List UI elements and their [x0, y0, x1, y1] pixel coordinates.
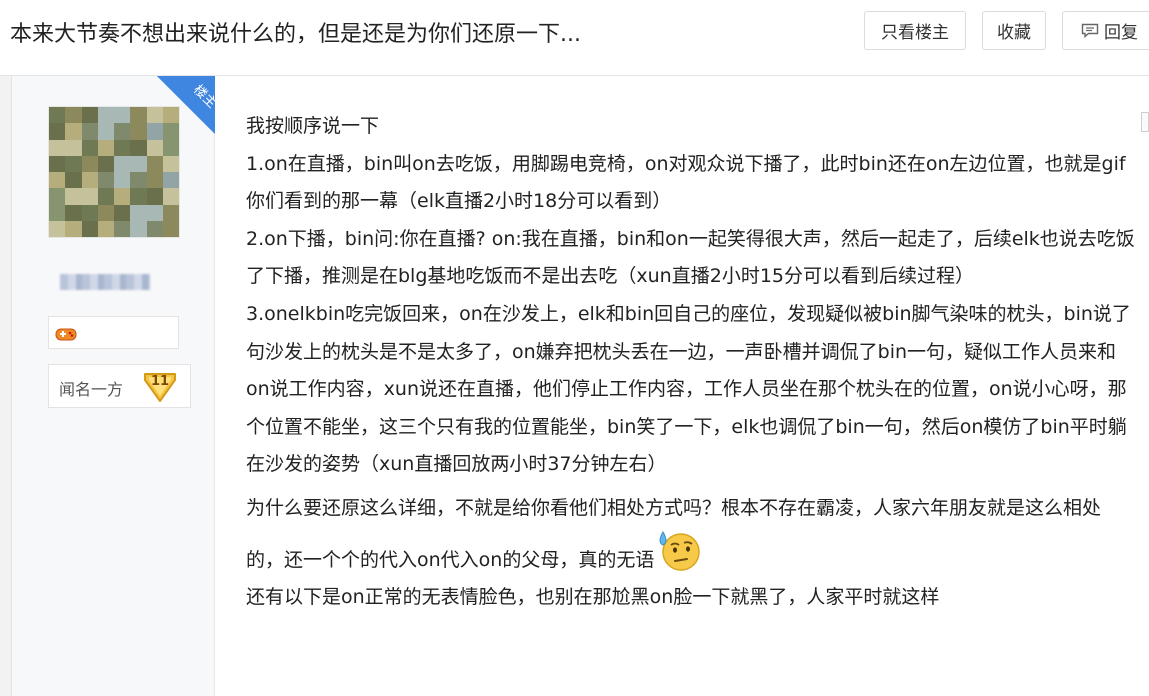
post-paragraph: 3.onelkbin吃完饭回来，on在沙发上，elk和bin回自己的座位，发现疑… [246, 302, 1131, 476]
only-author-button[interactable]: 只看楼主 [864, 11, 966, 50]
username-blurred[interactable] [60, 274, 150, 290]
thread-title: 本来大节奏不想出来说什么的，但是还是为你们还原一下... [10, 22, 581, 47]
game-badge-box [48, 316, 179, 349]
thread-header: 本来大节奏不想出来说什么的，但是还是为你们还原一下... 只看楼主 收藏 回复 [0, 0, 1149, 76]
post-paragraph-with-emoji: 为什么要还原这么详细，不就是给你看他们相处方式吗？根本不存在霸凌，人家六年朋友就… [246, 490, 1136, 579]
avatar[interactable] [48, 106, 180, 238]
reply-button-label: 回复 [1104, 23, 1138, 43]
post-paragraph: 还有以下是on正常的无表情脸色，也别在那尬黑on脸一下就黑了，人家平时就这样 [246, 586, 940, 609]
level-number: 11 [150, 374, 170, 389]
sweat-thinking-emoji-icon [656, 528, 702, 572]
post-paragraph: 2.on下播，bin问:你在直播? on:我在直播，bin和on一起笑得很大声，… [246, 227, 1135, 288]
level-badge-icon[interactable]: 11 [142, 368, 178, 408]
level-box: 闻名一方 11 [48, 364, 191, 408]
author-panel: 楼主 闻名一方 11 [12, 76, 215, 696]
post-content: 我按顺序说一下 1.on在直播，bin叫on去吃饭，用脚踢电竞椅，on对观众说下… [246, 108, 1136, 617]
comment-icon [1081, 23, 1099, 39]
reply-button[interactable]: 回复 [1062, 11, 1149, 50]
level-name: 闻名一方 [59, 380, 124, 399]
post-paragraph: 1.on在直播，bin叫on去吃饭，用脚踢电竞椅，on对观众说下播了，此时bin… [246, 152, 1126, 213]
gamepad-icon[interactable] [55, 326, 77, 346]
left-edge-strip [0, 76, 12, 696]
scrollbar-marker[interactable] [1141, 112, 1149, 132]
collect-button[interactable]: 收藏 [982, 11, 1046, 50]
post-paragraph: 我按顺序说一下 [246, 115, 380, 137]
